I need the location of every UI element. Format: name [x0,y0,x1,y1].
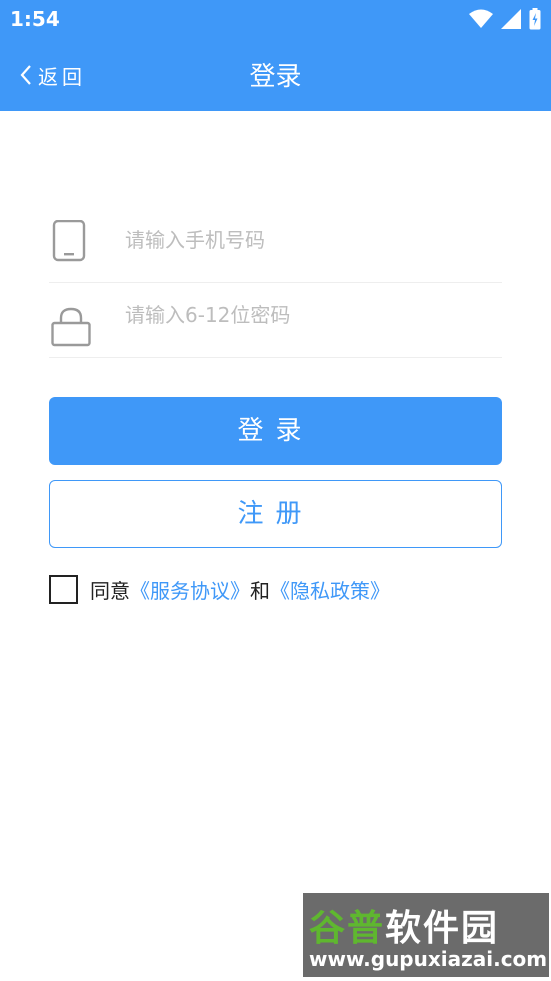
signal-icon [501,9,521,29]
page-title: 登录 [249,62,302,92]
watermark-url: www.gupuxiazai.com [309,947,548,971]
status-icons [469,8,541,30]
password-field-row [49,273,502,358]
watermark-brand-part1: 谷普 [309,908,386,949]
watermark-brand: 谷普软件园 [309,899,499,951]
battery-icon [529,8,541,30]
privacy-policy-link[interactable]: 《隐私政策》 [270,575,390,604]
password-input[interactable] [125,273,495,357]
wifi-icon [469,9,493,28]
watermark-brand-part2: 软件园 [385,908,500,949]
phone-input[interactable] [125,198,495,282]
service-agreement-link[interactable]: 《服务协议》 [130,575,250,604]
status-bar: 1:54 [0,0,551,38]
agree-and: 和 [250,578,270,603]
login-button[interactable]: 登录 [49,397,502,465]
watermark-logo: 谷普软件园 www.gupuxiazai.com [303,893,549,977]
agreement-row: 同意 《服务协议》 和 《隐私政策》 [49,572,390,606]
agree-prefix: 同意 [90,578,130,603]
lock-icon [51,307,91,347]
agree-checkbox[interactable] [49,574,78,604]
app-bar: 返回 登录 [0,38,551,111]
status-time: 1:54 [10,7,60,31]
phone-icon [52,220,86,262]
register-button[interactable]: 注册 [49,480,502,548]
phone-field-row [49,198,502,283]
